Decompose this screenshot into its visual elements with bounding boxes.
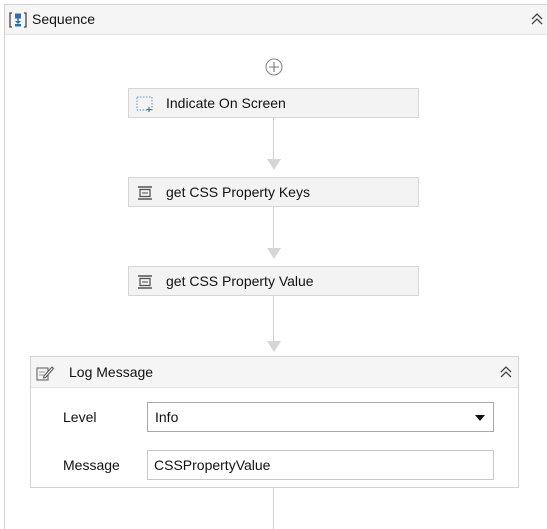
log-message-title: Log Message <box>69 364 154 380</box>
dotted-selection-icon <box>136 96 153 112</box>
double-chevron-up-icon[interactable] <box>498 364 514 380</box>
plus-circle-icon[interactable] <box>264 57 284 77</box>
activity-label: get CSS Property Value <box>166 273 314 289</box>
connector-line <box>273 207 274 249</box>
chevron-down-icon <box>475 415 485 421</box>
activity-get-css-property-value[interactable]: get CSS Property Value <box>128 266 419 296</box>
invoke-activity-icon <box>138 275 152 289</box>
activity-get-css-property-keys[interactable]: get CSS Property Keys <box>128 177 419 207</box>
level-selected-value: Info <box>155 409 179 425</box>
sequence-header[interactable]: Sequence <box>5 5 547 35</box>
connector-line <box>273 118 274 160</box>
level-dropdown[interactable]: Info <box>147 402 494 432</box>
activity-label: Indicate On Screen <box>166 95 286 111</box>
sequence-title: Sequence <box>32 11 96 27</box>
log-note-pencil-icon <box>36 366 55 381</box>
message-input[interactable] <box>147 450 494 480</box>
double-chevron-up-icon[interactable] <box>529 11 545 27</box>
message-label: Message <box>63 457 120 473</box>
sequence-icon <box>9 12 27 28</box>
connector-line <box>273 296 274 342</box>
invoke-activity-icon <box>138 186 152 200</box>
activity-indicate-on-screen[interactable]: Indicate On Screen <box>128 88 419 118</box>
activity-label: get CSS Property Keys <box>166 184 310 200</box>
log-message-activity[interactable]: Log Message Level Info Message <box>30 356 519 488</box>
connector-arrow <box>267 248 281 259</box>
level-label: Level <box>63 409 97 425</box>
connector-arrow <box>267 159 281 170</box>
connector-line <box>273 488 274 529</box>
connector-arrow <box>267 341 281 352</box>
log-message-header[interactable]: Log Message <box>31 357 518 388</box>
